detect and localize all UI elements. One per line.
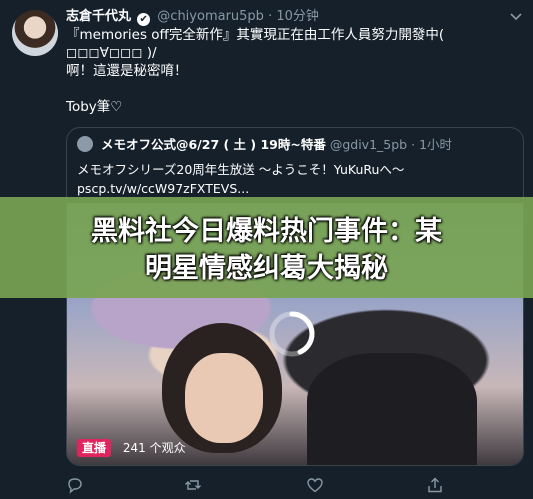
tweet-text-line: Toby筆♡: [66, 99, 123, 115]
loading-spinner-icon: [269, 311, 315, 357]
overlay-headline-line: 明星情感纠葛大揭秘: [145, 253, 388, 284]
tweet-actions: [66, 476, 506, 494]
tweet-text-line: 『memories off完全新作』其實現正在由工作人員努力開發中( ◻◻◻∀◻…: [66, 27, 445, 61]
retweet-icon[interactable]: [184, 476, 202, 494]
author-handle[interactable]: @chiyomaru5pb: [157, 9, 264, 24]
quoted-tweet-text: メモオフシリーズ20周年生放送 ～ようこそ！YuKuRuへ～ pscp.tv/w…: [77, 160, 513, 198]
quoted-author-display-name: メモオフ公式@6/27 ( 土 ) 19時~特番: [100, 137, 326, 152]
quoted-text-line: メモオフシリーズ20周年生放送 ～ようこそ！YuKuRuへ～: [77, 162, 405, 177]
video-frame-figure: [307, 353, 477, 465]
tweet-header: 志倉千代丸 ✔ @chiyomaru5pb · 10分钟: [66, 8, 503, 26]
overlay-headline-line: 黑料社今日爆料热门事件：某: [91, 216, 442, 247]
tweet-text-line: 啊！這還是秘密唷！: [66, 63, 188, 79]
live-badge: 直播: [77, 439, 112, 457]
author-avatar[interactable]: [12, 10, 58, 56]
tweet-timestamp[interactable]: 10分钟: [276, 9, 319, 24]
separator-dot: ·: [268, 9, 273, 24]
overlay-banner: 黑料社今日爆料热门事件：某 明星情感纠葛大揭秘: [0, 197, 533, 298]
like-icon[interactable]: [306, 476, 324, 494]
verified-icon: ✔: [137, 13, 151, 26]
chevron-down-icon[interactable]: [509, 9, 523, 23]
separator-dot: ·: [411, 137, 416, 152]
live-status: 直播 241 个观众: [77, 439, 186, 457]
tweet-text: 『memories off完全新作』其實現正在由工作人員努力開發中( ◻◻◻∀◻…: [66, 26, 521, 116]
quoted-tweet-header: メモオフ公式@6/27 ( 土 ) 19時~特番 @gdiv1_5pb · 1小…: [77, 136, 513, 153]
video-frame-face: [185, 353, 263, 443]
reply-icon[interactable]: [66, 476, 84, 494]
quoted-author-handle: @gdiv1_5pb: [329, 137, 408, 152]
quoted-tweet-timestamp: 1小时: [419, 137, 453, 152]
quoted-author-avatar: [77, 136, 93, 152]
quoted-link[interactable]: pscp.tv/w/ccW97zFXTEVS...: [77, 179, 513, 198]
tweet-text-line: [66, 80, 521, 98]
share-icon[interactable]: [426, 476, 444, 494]
author-display-name[interactable]: 志倉千代丸: [66, 9, 131, 24]
overlay-headline: 黑料社今日爆料热门事件：某 明星情感纠葛大揭秘: [0, 213, 533, 287]
viewer-count: 241 个观众: [122, 441, 186, 455]
